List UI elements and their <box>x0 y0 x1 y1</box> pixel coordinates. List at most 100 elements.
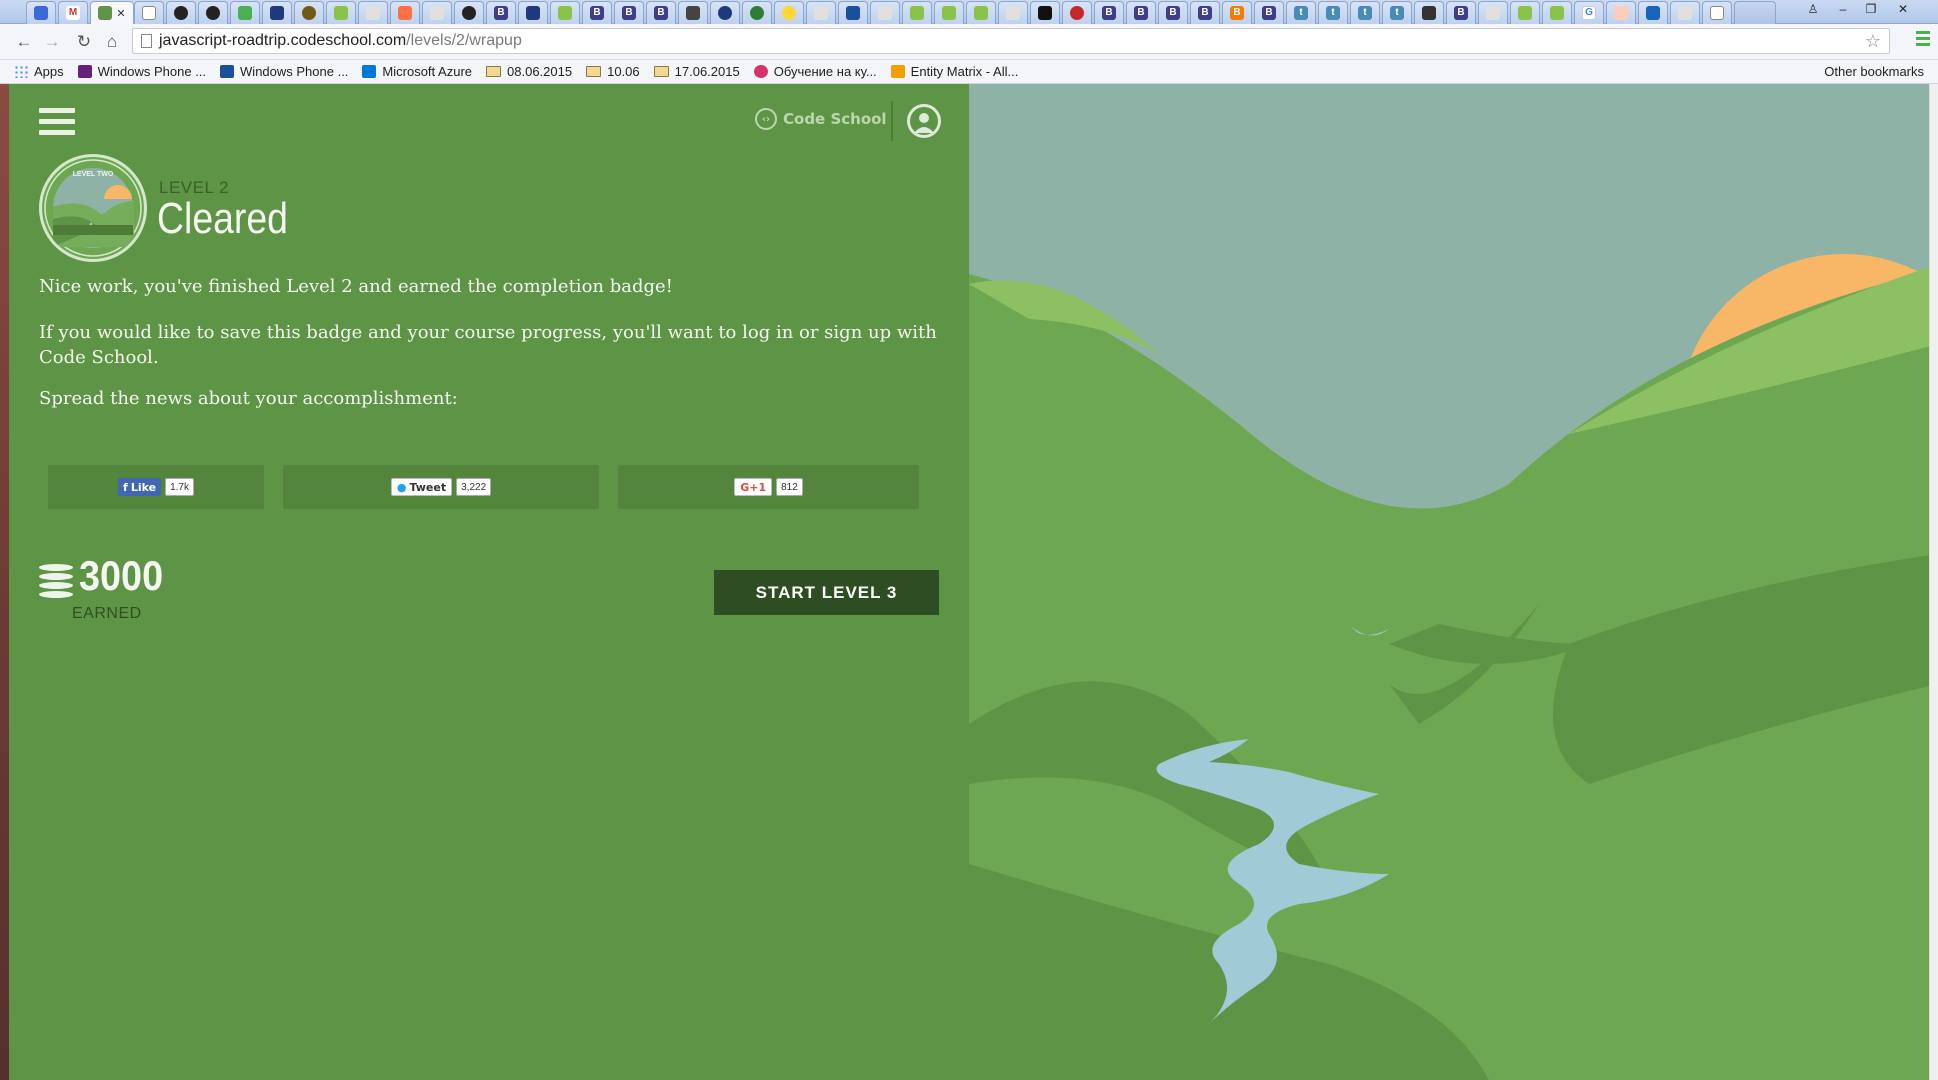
other-bookmarks[interactable]: Other bookmarks <box>1824 64 1924 79</box>
facebook-share-box: f Like 1.7k <box>48 465 264 509</box>
browser-tab[interactable] <box>902 1 932 24</box>
address-bar[interactable]: javascript-roadtrip.codeschool.com/level… <box>132 28 1890 54</box>
page-scrollbar[interactable] <box>1929 84 1938 1080</box>
browser-tab[interactable] <box>710 1 740 24</box>
google-plus-button[interactable]: G+1 812 <box>734 478 803 496</box>
minimize-icon[interactable]: – <box>1830 0 1856 18</box>
spread-news-message: Spread the news about your accomplishmen… <box>39 388 458 409</box>
gmail-icon: M <box>66 6 80 20</box>
browser-tab[interactable]: B <box>1222 1 1252 24</box>
browser-tab[interactable]: B <box>614 1 644 24</box>
browser-tab[interactable] <box>326 1 356 24</box>
bookmark-obuchenie[interactable]: Обучение на ку... <box>753 64 877 79</box>
start-next-level-button[interactable]: START LEVEL 3 <box>714 570 939 615</box>
asterisk-icon <box>398 6 412 20</box>
bookmarks-bar: Apps Windows Phone ... Windows Phone ...… <box>0 60 1938 84</box>
browser-tab[interactable] <box>230 1 260 24</box>
codeschool-favicon-icon <box>98 6 113 20</box>
browser-tab[interactable] <box>1670 1 1700 24</box>
browser-tab[interactable] <box>134 1 164 24</box>
browser-tab[interactable] <box>1478 1 1508 24</box>
browser-tab[interactable] <box>422 1 452 24</box>
browser-tab[interactable] <box>998 1 1028 24</box>
browser-tab[interactable]: t <box>1382 1 1412 24</box>
home-icon[interactable]: ⌂ <box>100 30 124 54</box>
bookmark-entity-matrix[interactable]: Entity Matrix - All... <box>890 64 1018 79</box>
browser-tab[interactable] <box>1510 1 1540 24</box>
tab-favicon-icon <box>34 6 48 20</box>
new-tab-button[interactable] <box>1734 1 1776 24</box>
browser-tab[interactable] <box>1030 1 1060 24</box>
browser-tab[interactable]: G <box>1574 1 1604 24</box>
browser-tab[interactable] <box>678 1 708 24</box>
browser-tab[interactable] <box>262 1 292 24</box>
bookmark-microsoft-azure[interactable]: Microsoft Azure <box>362 64 472 79</box>
forward-arrow-icon[interactable]: → <box>40 30 64 54</box>
congrats-message: Nice work, you've finished Level 2 and e… <box>39 276 673 297</box>
close-tab-icon[interactable]: ✕ <box>116 7 125 20</box>
browser-tab[interactable] <box>1542 1 1572 24</box>
user-profile-icon[interactable]: ♙ <box>1800 0 1826 18</box>
browser-tab[interactable]: B <box>1190 1 1220 24</box>
browser-tab[interactable]: t <box>1286 1 1316 24</box>
browser-tab[interactable] <box>550 1 580 24</box>
close-window-icon[interactable]: ✕ <box>1890 0 1916 18</box>
points-value: 3000 <box>79 552 164 599</box>
browser-tab[interactable]: t <box>1350 1 1380 24</box>
bookmark-folder-10-06[interactable]: 10.06 <box>586 64 640 79</box>
restore-icon[interactable]: ❐ <box>1858 0 1884 18</box>
browser-tab[interactable] <box>390 1 420 24</box>
facebook-like-button[interactable]: f Like 1.7k <box>118 478 194 496</box>
browser-tab[interactable] <box>1638 1 1668 24</box>
browser-tab[interactable] <box>838 1 868 24</box>
browser-tab[interactable] <box>774 1 804 24</box>
bookmark-folder-08-06-2015[interactable]: 08.06.2015 <box>486 64 572 79</box>
browser-tab[interactable]: B <box>1254 1 1284 24</box>
reload-icon[interactable]: ↻ <box>72 30 96 54</box>
browser-tab[interactable] <box>934 1 964 24</box>
browser-tab[interactable]: B <box>646 1 676 24</box>
browser-tab[interactable] <box>454 1 484 24</box>
browser-tab[interactable] <box>1062 1 1092 24</box>
browser-tab-active[interactable]: ✕ <box>90 1 134 24</box>
bookmark-label: Обучение на ку... <box>773 64 877 79</box>
browser-tab[interactable] <box>1414 1 1444 24</box>
bookmark-windows-phone-1[interactable]: Windows Phone ... <box>77 64 206 79</box>
bookmark-apps[interactable]: Apps <box>14 64 64 79</box>
bookmark-star-icon[interactable]: ☆ <box>1865 31 1881 52</box>
bookmark-label: 17.06.2015 <box>674 64 740 79</box>
apps-grid-icon <box>14 65 28 78</box>
codeschool-logo[interactable]: ‹› Code School <box>755 108 887 130</box>
browser-tab[interactable] <box>806 1 836 24</box>
browser-tab[interactable]: B <box>582 1 612 24</box>
chrome-menu-icon[interactable] <box>1916 31 1930 47</box>
browser-tab[interactable] <box>966 1 996 24</box>
browser-tab[interactable]: B <box>486 1 516 24</box>
browser-tab[interactable]: B <box>1446 1 1476 24</box>
back-arrow-icon[interactable]: ← <box>12 30 36 54</box>
browser-tab[interactable]: B <box>1158 1 1188 24</box>
facebook-icon: f <box>123 480 128 494</box>
browser-tab[interactable] <box>26 1 56 24</box>
browser-tab[interactable] <box>1702 1 1732 24</box>
bookmark-windows-phone-2[interactable]: Windows Phone ... <box>220 64 348 79</box>
header-divider <box>891 101 893 141</box>
browser-tab[interactable] <box>358 1 388 24</box>
hamburger-menu-icon[interactable] <box>39 108 75 140</box>
browser-tab[interactable] <box>198 1 228 24</box>
browser-tab[interactable] <box>742 1 772 24</box>
browser-tab[interactable] <box>518 1 548 24</box>
browser-tab[interactable]: B <box>1126 1 1156 24</box>
browser-tab[interactable]: B <box>1094 1 1124 24</box>
browser-tab[interactable]: t <box>1318 1 1348 24</box>
browser-tab[interactable] <box>1606 1 1636 24</box>
browser-tab[interactable] <box>166 1 196 24</box>
browser-tab[interactable]: M <box>58 1 88 24</box>
browser-tab[interactable] <box>870 1 900 24</box>
bookmark-folder-17-06-2015[interactable]: 17.06.2015 <box>653 64 740 79</box>
tweet-button[interactable]: ● Tweet 3,222 <box>390 478 492 496</box>
bookmark-label: Windows Phone ... <box>240 64 349 79</box>
b-icon: B <box>654 6 668 20</box>
browser-tab[interactable] <box>294 1 324 24</box>
user-account-icon[interactable] <box>907 104 941 138</box>
